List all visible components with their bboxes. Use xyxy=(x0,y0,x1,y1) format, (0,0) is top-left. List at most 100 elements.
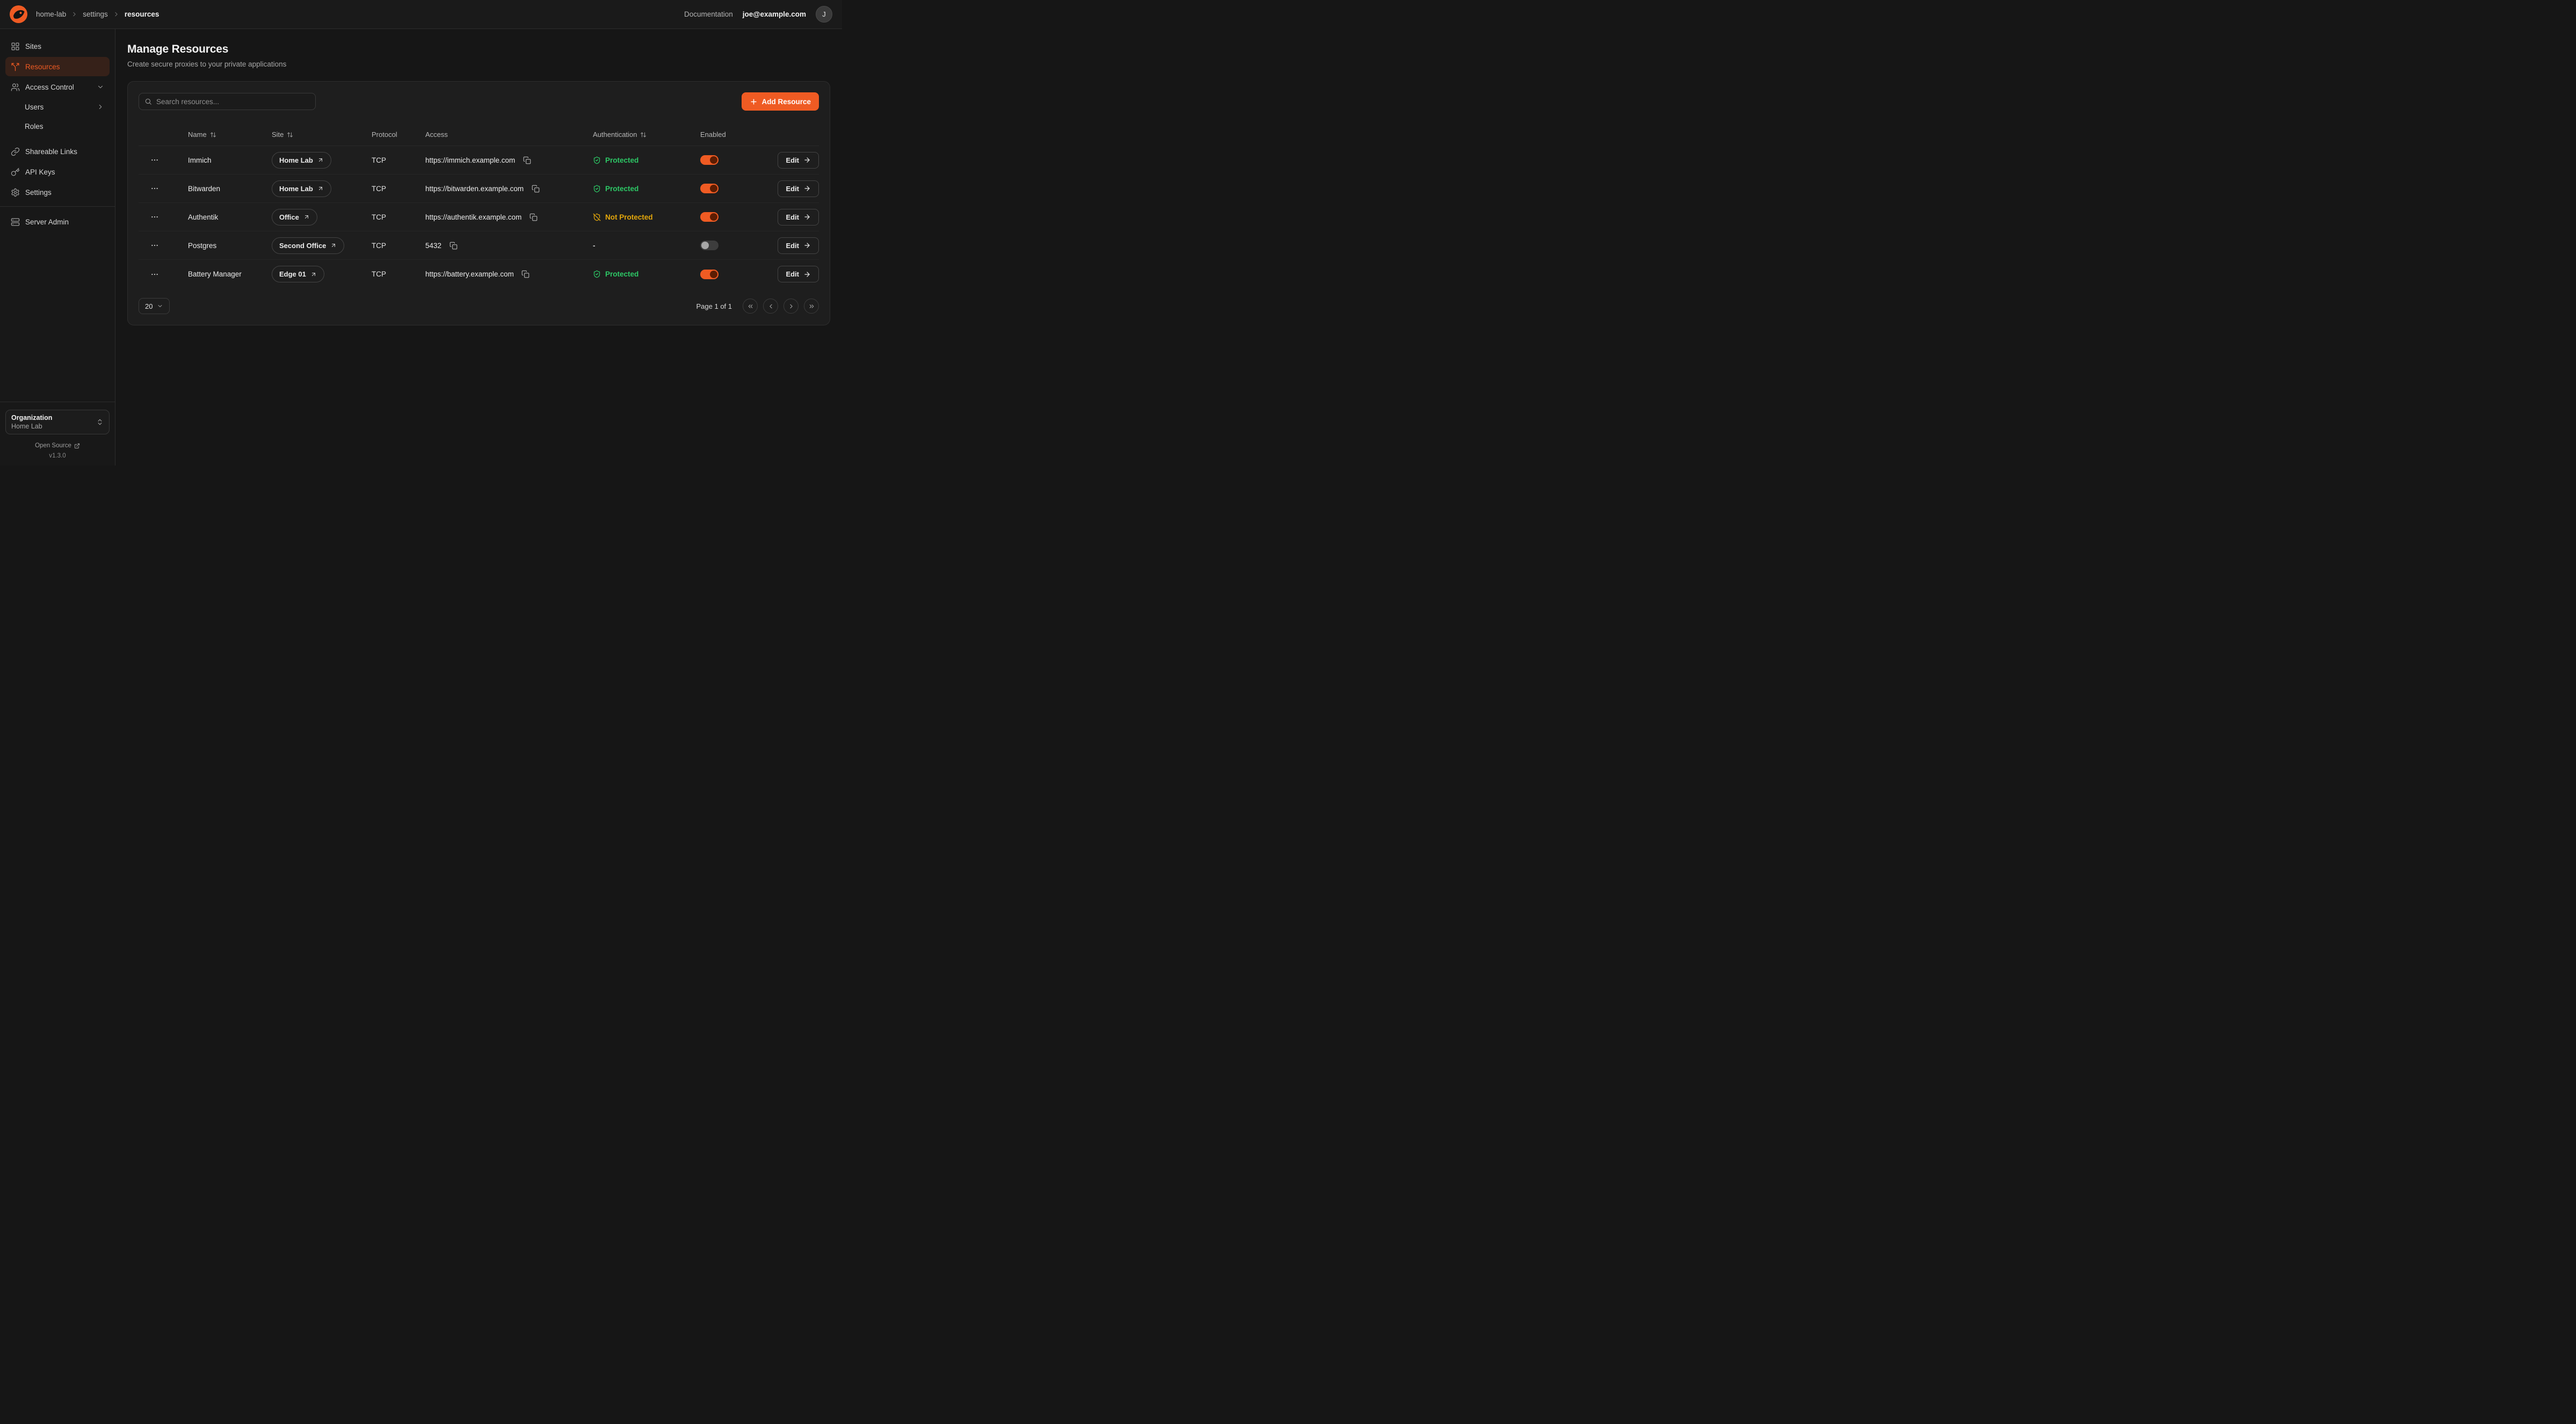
resources-panel: Add Resource Name Site P xyxy=(127,81,830,325)
sidebar-item-label: Sites xyxy=(25,42,41,50)
sidebar-bottom: Organization Home Lab Open Source v1.3.0 xyxy=(5,402,110,459)
protocol: TCP xyxy=(372,242,425,250)
arrow-up-right-icon xyxy=(303,214,310,220)
arrow-right-icon xyxy=(803,185,811,192)
resource-name: Postgres xyxy=(188,242,272,250)
breadcrumb-item-home-lab[interactable]: home-lab xyxy=(36,10,66,18)
sort-icon xyxy=(287,132,293,138)
sidebar-item-users[interactable]: Users xyxy=(5,98,110,116)
last-page-button[interactable] xyxy=(804,299,819,314)
enabled-toggle[interactable] xyxy=(700,212,719,222)
breadcrumb-item-resources[interactable]: resources xyxy=(125,10,159,18)
sidebar-item-roles[interactable]: Roles xyxy=(5,117,110,135)
table-row: Postgres Second Office TCP 5432 - Edit xyxy=(139,231,819,260)
previous-page-button[interactable] xyxy=(763,299,778,314)
sort-by-name[interactable]: Name xyxy=(188,130,272,139)
chevrons-left-icon xyxy=(747,303,754,310)
organization-selector[interactable]: Organization Home Lab xyxy=(5,410,110,434)
protocol: TCP xyxy=(372,156,425,164)
protocol: TCP xyxy=(372,185,425,193)
page-subtitle: Create secure proxies to your private ap… xyxy=(127,60,830,68)
chevrons-right-icon xyxy=(808,303,815,310)
add-resource-label: Add Resource xyxy=(761,98,811,106)
page-info: Page 1 of 1 xyxy=(696,302,732,310)
copy-button[interactable] xyxy=(527,210,540,223)
next-page-button[interactable] xyxy=(783,299,799,314)
site-link[interactable]: Office xyxy=(272,209,317,226)
documentation-link[interactable]: Documentation xyxy=(684,10,733,18)
edit-button[interactable]: Edit xyxy=(778,180,819,197)
row-actions-button[interactable] xyxy=(147,181,162,196)
enabled-toggle[interactable] xyxy=(700,270,719,279)
sort-by-site[interactable]: Site xyxy=(272,130,372,139)
row-actions-button[interactable] xyxy=(147,209,162,224)
sort-icon xyxy=(640,132,647,138)
sidebar-item-sites[interactable]: Sites xyxy=(5,37,110,56)
page-size-select[interactable]: 20 xyxy=(139,298,170,314)
chevron-down-icon xyxy=(157,303,163,309)
copy-button[interactable] xyxy=(447,239,460,252)
arrow-right-icon xyxy=(803,156,811,164)
edit-button[interactable]: Edit xyxy=(778,152,819,169)
resources-table: Name Site Protocol Access Authentication xyxy=(139,123,819,288)
chevron-right-icon xyxy=(113,11,120,18)
enabled-toggle[interactable] xyxy=(700,241,719,250)
enabled-toggle[interactable] xyxy=(700,184,719,193)
chevron-right-icon xyxy=(71,11,78,18)
access-url: https://immich.example.com xyxy=(425,156,515,164)
copy-icon xyxy=(532,185,540,193)
edit-button[interactable]: Edit xyxy=(778,266,819,282)
avatar[interactable]: J xyxy=(816,6,832,23)
open-source-label: Open Source xyxy=(35,442,71,449)
open-source-link[interactable]: Open Source xyxy=(5,442,110,449)
copy-button[interactable] xyxy=(520,154,533,166)
copy-button[interactable] xyxy=(529,182,542,195)
chevrons-up-down-icon xyxy=(96,418,104,426)
sidebar-item-label: API Keys xyxy=(25,168,55,176)
sidebar-item-shareable-links[interactable]: Shareable Links xyxy=(5,142,110,161)
gear-icon xyxy=(11,188,20,197)
header-access: Access xyxy=(425,130,593,139)
user-email[interactable]: joe@example.com xyxy=(743,10,806,18)
sidebar-item-settings[interactable]: Settings xyxy=(5,183,110,202)
enabled-toggle[interactable] xyxy=(700,155,719,165)
site-link[interactable]: Second Office xyxy=(272,237,344,254)
row-actions-button[interactable] xyxy=(147,267,162,282)
first-page-button[interactable] xyxy=(743,299,758,314)
grid-icon xyxy=(11,42,20,51)
ellipsis-icon xyxy=(150,184,159,193)
row-actions-button[interactable] xyxy=(147,152,162,168)
copy-button[interactable] xyxy=(519,268,532,281)
search-input[interactable] xyxy=(156,98,310,106)
table-row: Authentik Office TCP https://authentik.e… xyxy=(139,203,819,231)
sidebar-item-resources[interactable]: Resources xyxy=(5,57,110,76)
access-url: https://battery.example.com xyxy=(425,270,514,278)
toggle-knob xyxy=(701,242,709,249)
header-enabled: Enabled xyxy=(700,130,775,139)
row-actions-button[interactable] xyxy=(147,238,162,253)
add-resource-button[interactable]: Add Resource xyxy=(742,92,819,111)
ellipsis-icon xyxy=(150,156,159,164)
site-link[interactable]: Home Lab xyxy=(272,180,331,197)
sort-by-authentication[interactable]: Authentication xyxy=(593,130,700,139)
protocol: TCP xyxy=(372,270,425,278)
protocol: TCP xyxy=(372,213,425,221)
table-row: Battery Manager Edge 01 TCP https://batt… xyxy=(139,260,819,288)
edit-button[interactable]: Edit xyxy=(778,209,819,226)
sidebar-item-access-control[interactable]: Access Control xyxy=(5,77,110,97)
search-box xyxy=(139,93,316,110)
access-url: https://authentik.example.com xyxy=(425,213,521,221)
app-logo[interactable] xyxy=(10,5,27,23)
edit-button[interactable]: Edit xyxy=(778,237,819,254)
organization-value: Home Lab xyxy=(11,423,52,430)
breadcrumb-item-settings[interactable]: settings xyxy=(83,10,108,18)
ellipsis-icon xyxy=(150,270,159,279)
site-link[interactable]: Home Lab xyxy=(272,152,331,169)
access-url: https://bitwarden.example.com xyxy=(425,185,524,193)
users-icon xyxy=(11,83,20,92)
sidebar-item-server-admin[interactable]: Server Admin xyxy=(5,212,110,231)
arrow-up-right-icon xyxy=(330,242,337,249)
toggle-knob xyxy=(710,156,717,164)
sidebar-item-api-keys[interactable]: API Keys xyxy=(5,162,110,181)
site-link[interactable]: Edge 01 xyxy=(272,266,324,282)
